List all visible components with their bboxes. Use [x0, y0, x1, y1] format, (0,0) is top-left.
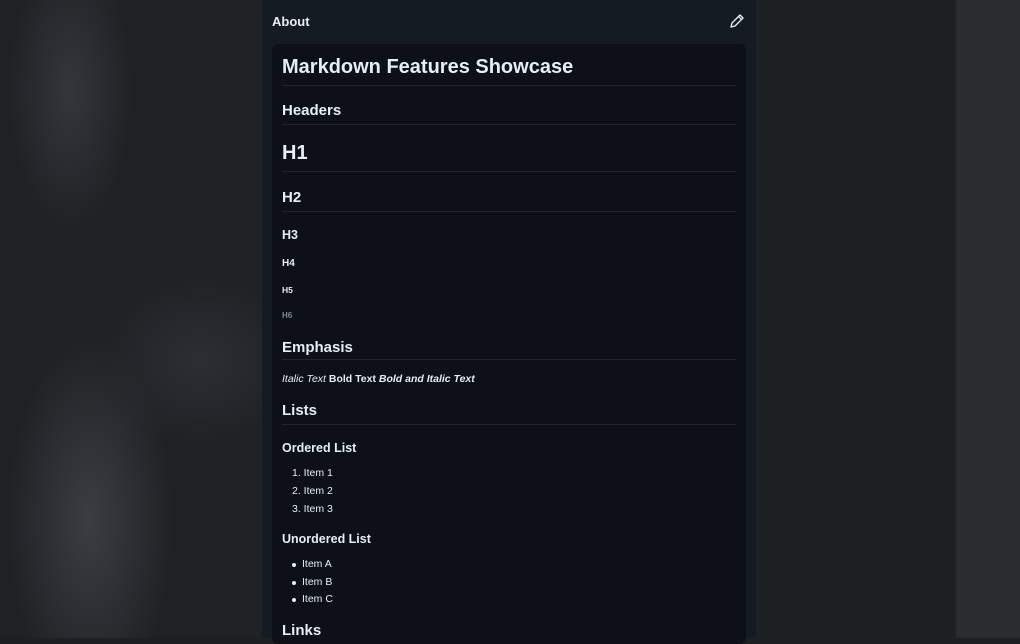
background-right — [956, 0, 1020, 638]
document-title: Markdown Features Showcase — [282, 56, 574, 78]
section-headers: Headers — [282, 102, 342, 119]
divider — [282, 171, 736, 172]
emphasis-line: Italic Text Bold Text Bold and Italic Te… — [282, 373, 475, 385]
bullet-icon — [292, 581, 296, 585]
bullet-icon — [292, 598, 296, 602]
heading-h2: H2 — [282, 189, 302, 206]
pencil-icon[interactable] — [728, 12, 746, 30]
bold-text: Bold Text — [328, 373, 376, 385]
bullet-icon — [292, 563, 296, 567]
unordered-list-title: Unordered List — [282, 532, 371, 546]
divider — [282, 424, 736, 425]
divider — [282, 359, 736, 360]
markdown-card: Markdown Features Showcase Headers H1 H2… — [272, 44, 746, 644]
list-item: Item B — [302, 576, 333, 588]
bold-italic-text: Bold and Italic Text — [378, 373, 475, 385]
heading-h3: H3 — [282, 228, 298, 242]
ordered-list-title: Ordered List — [282, 441, 357, 455]
background-left — [0, 0, 262, 638]
panel-header: About — [272, 12, 746, 32]
list-item: 3. Item 3 — [292, 503, 333, 515]
panel-title: About — [272, 14, 310, 29]
divider — [282, 124, 736, 125]
list-item: 2. Item 2 — [292, 485, 333, 497]
heading-h4: H4 — [282, 258, 295, 269]
divider — [282, 211, 736, 212]
about-panel: About Markdown Features Showcase Headers… — [262, 0, 756, 644]
section-lists: Lists — [282, 402, 318, 419]
divider — [282, 85, 736, 86]
heading-h6: H6 — [282, 311, 293, 320]
heading-h5: H5 — [282, 285, 293, 295]
list-item: Item C — [302, 593, 333, 605]
section-links: Links — [282, 622, 322, 639]
heading-h1: H1 — [282, 142, 308, 164]
list-item: Item A — [302, 558, 332, 570]
section-emphasis: Emphasis — [282, 339, 353, 356]
list-item: 1. Item 1 — [292, 467, 333, 479]
italic-text: Italic Text — [282, 373, 326, 385]
